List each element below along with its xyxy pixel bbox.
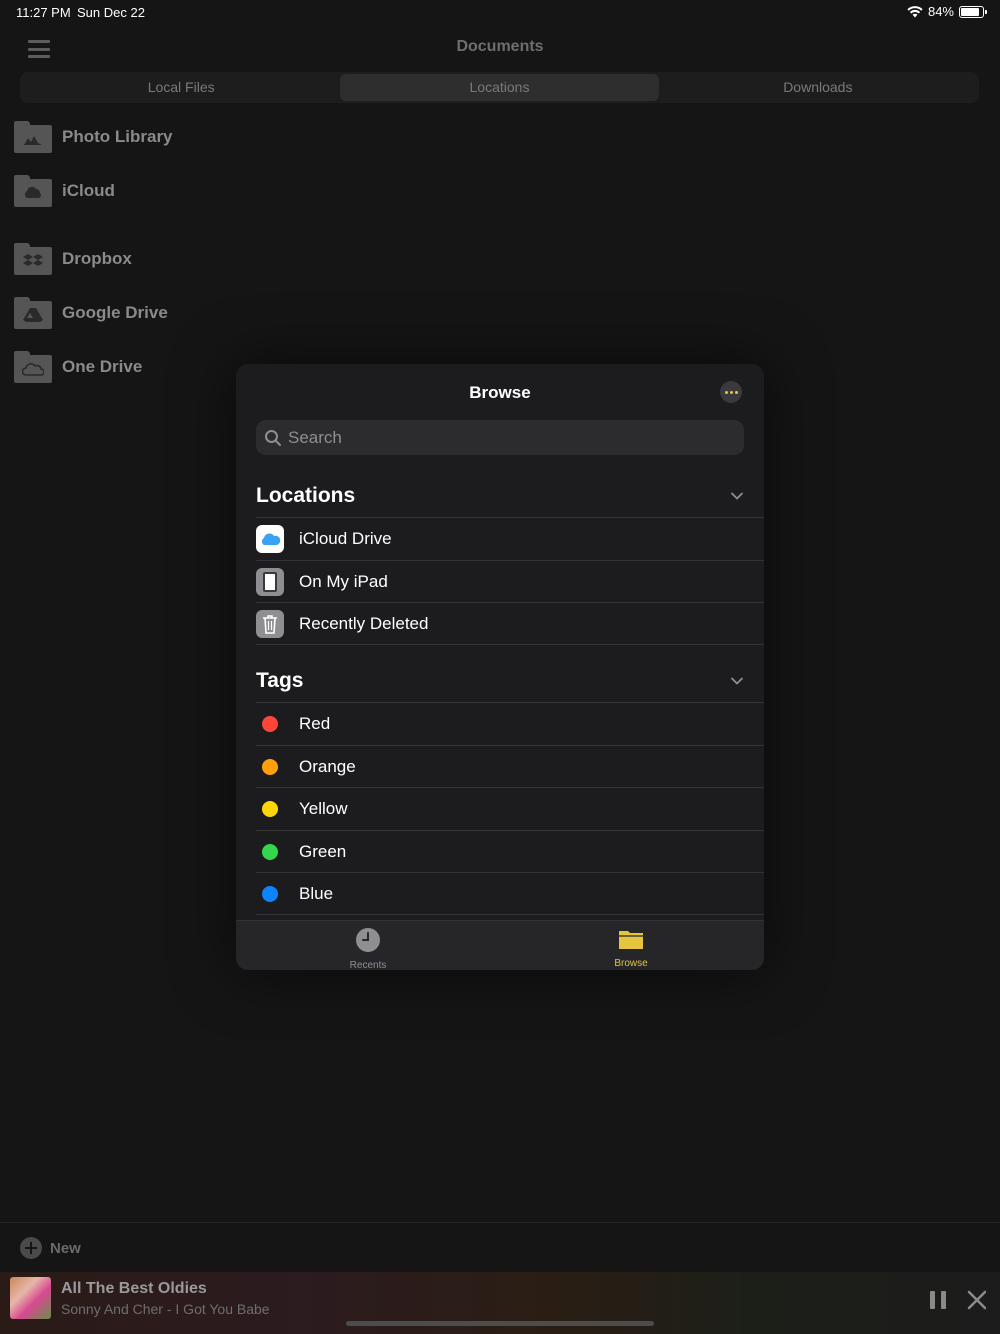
- page-title: Documents: [456, 38, 544, 55]
- tag-row-orange[interactable]: Orange: [256, 745, 764, 787]
- location-row-recently-deleted[interactable]: Recently Deleted: [256, 602, 764, 644]
- close-icon[interactable]: [966, 1289, 988, 1311]
- search-input[interactable]: [288, 427, 728, 448]
- tag-dot: [262, 758, 278, 775]
- section-title: Tags: [256, 669, 304, 692]
- search-bar: [256, 420, 744, 455]
- photo-icon: [14, 121, 52, 153]
- section-title: Locations: [256, 484, 356, 507]
- tab-recents[interactable]: Recents: [328, 927, 408, 970]
- row-label: Blue: [299, 883, 334, 903]
- modal-title: Browse: [469, 383, 531, 402]
- google-drive-icon: [14, 297, 52, 329]
- location-label: iCloud: [62, 181, 115, 200]
- new-button-label: New: [50, 1239, 81, 1257]
- tag-row-yellow[interactable]: Yellow: [256, 787, 764, 829]
- location-label: Dropbox: [62, 249, 132, 268]
- tab-local-files[interactable]: Local Files: [22, 74, 340, 101]
- divider: [256, 644, 764, 645]
- location-row-icloud-drive[interactable]: iCloud Drive: [256, 517, 764, 559]
- tag-row-blue[interactable]: Blue: [256, 872, 764, 914]
- tag-dot: [262, 715, 278, 732]
- divider: [0, 1222, 1000, 1223]
- icloud-drive-icon: [256, 524, 284, 553]
- row-label: iCloud Drive: [299, 528, 392, 548]
- chevron-down-icon[interactable]: [730, 489, 744, 503]
- divider: [256, 914, 764, 915]
- tab-label: Recents: [349, 960, 387, 970]
- location-label: Photo Library: [62, 127, 173, 146]
- pause-button[interactable]: [930, 1291, 946, 1309]
- more-options-button[interactable]: [720, 381, 742, 403]
- row-label: Yellow: [299, 798, 348, 818]
- tab-bar: Recents Browse: [236, 920, 764, 970]
- tags-section-header[interactable]: Tags: [256, 665, 744, 697]
- tab-label: Browse: [614, 958, 648, 969]
- plus-icon: [20, 1237, 42, 1259]
- location-google-drive[interactable]: Google Drive: [14, 293, 168, 333]
- segmented-control: Local Files Locations Downloads: [20, 72, 979, 103]
- home-indicator[interactable]: [346, 1321, 654, 1326]
- tag-row-red[interactable]: Red: [256, 702, 764, 744]
- row-label: Orange: [299, 756, 356, 776]
- row-label: Recently Deleted: [299, 613, 429, 633]
- location-icloud[interactable]: iCloud: [14, 171, 115, 211]
- trash-icon: [256, 609, 284, 638]
- location-row-on-my-ipad[interactable]: On My iPad: [256, 560, 764, 602]
- tab-downloads[interactable]: Downloads: [659, 74, 977, 101]
- tab-browse[interactable]: Browse: [591, 927, 671, 969]
- row-label: On My iPad: [299, 571, 388, 591]
- row-label: Green: [299, 841, 347, 861]
- ipad-icon: [256, 567, 284, 596]
- cloud-icon: [14, 175, 52, 207]
- tag-dot: [262, 800, 278, 817]
- search-icon: [265, 429, 281, 446]
- folder-icon: [619, 931, 643, 949]
- locations-section-header[interactable]: Locations: [256, 480, 744, 512]
- tag-row-green[interactable]: Green: [256, 830, 764, 872]
- dropbox-icon: [14, 243, 52, 275]
- player-title: All The Best Oldies: [61, 1280, 207, 1297]
- new-button[interactable]: New: [20, 1237, 81, 1259]
- location-one-drive[interactable]: One Drive: [14, 347, 142, 387]
- row-label: Red: [299, 713, 331, 733]
- chevron-down-icon[interactable]: [730, 674, 744, 688]
- album-art: [10, 1277, 51, 1319]
- location-label: Google Drive: [62, 303, 168, 322]
- player-subtitle: Sonny And Cher - I Got You Babe: [61, 1301, 270, 1317]
- tab-locations[interactable]: Locations: [340, 74, 659, 101]
- location-photo-library[interactable]: Photo Library: [14, 117, 173, 157]
- onedrive-icon: [14, 351, 52, 383]
- location-label: One Drive: [62, 357, 143, 376]
- location-dropbox[interactable]: Dropbox: [14, 239, 132, 279]
- browse-modal: Browse Locations iCloud Drive On My iPad…: [236, 364, 764, 970]
- tag-dot: [262, 843, 278, 860]
- clock-icon: [356, 928, 380, 952]
- tag-dot: [262, 885, 278, 902]
